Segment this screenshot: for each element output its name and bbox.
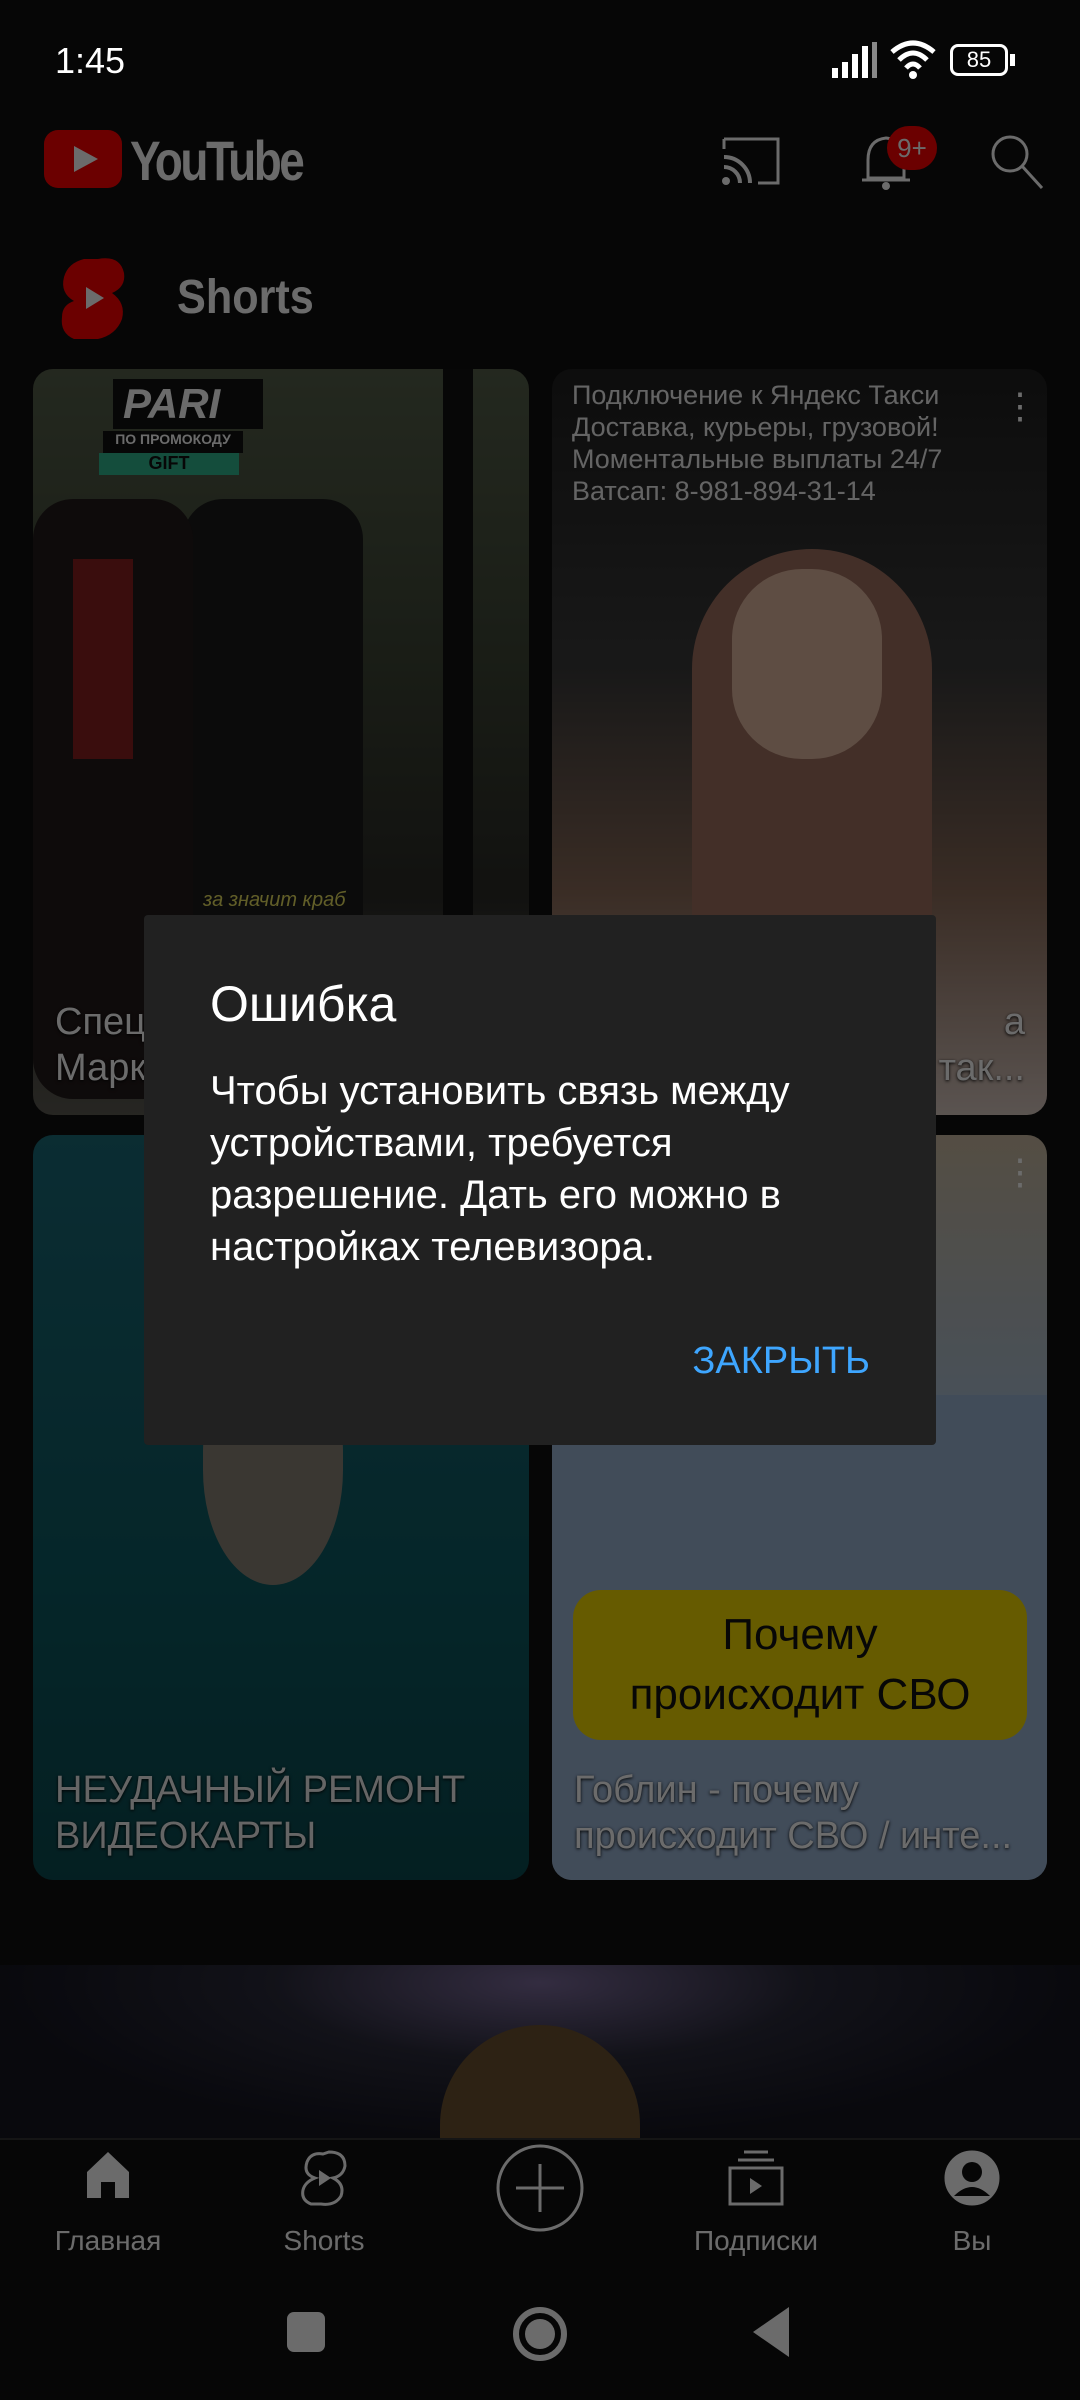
close-button[interactable]: ЗАКРЫТЬ <box>692 1340 870 1383</box>
wifi-icon <box>890 40 936 79</box>
video-thumbnail[interactable] <box>0 1965 1080 2145</box>
nav-subscriptions[interactable]: Подписки <box>648 2150 864 2290</box>
pari-logo: PARI <box>113 379 263 429</box>
short-overlay-text: Подключение к Яндекс Такси Доставка, курь… <box>572 380 943 506</box>
dialog-title: Ошибка <box>210 976 397 1032</box>
status-time: 1:45 <box>55 40 126 81</box>
status-bar: 1:45 85 <box>0 0 1080 120</box>
account-icon <box>944 2150 1000 2206</box>
nav-label: Shorts <box>283 2225 365 2256</box>
cast-icon[interactable] <box>720 135 782 187</box>
home-button[interactable] <box>513 2307 567 2361</box>
video-subtitle: за значит краб <box>203 889 346 911</box>
nav-label: Подписки <box>693 2225 819 2256</box>
nav-you[interactable]: Вы <box>864 2150 1080 2290</box>
subscriptions-icon <box>728 2150 784 2206</box>
shorts-icon <box>301 2150 347 2206</box>
more-options-icon[interactable]: ⋮ <box>1002 1154 1038 1190</box>
youtube-logo-icon[interactable] <box>44 130 122 188</box>
promo-label: ПО ПРОМОКОДУ <box>103 431 243 453</box>
error-dialog: Ошибка Чтобы установить связь между устр… <box>144 915 936 1445</box>
short-title: НЕУДАЧНЫЙ РЕМОНТ ВИДЕОКАРТЫ <box>55 1769 466 1857</box>
battery-level: 85 <box>966 47 992 72</box>
thumbnail-banner: Почему происходит СВО <box>573 1590 1027 1740</box>
shorts-logo-icon <box>61 258 125 339</box>
back-button[interactable] <box>753 2307 789 2357</box>
nav-label: Главная <box>54 2225 162 2256</box>
youtube-logo-text: YouTube <box>130 129 305 192</box>
shorts-section-title: Shorts <box>177 271 314 324</box>
short-title: Гоблин - почему происходит СВО / инте... <box>574 1769 1013 1857</box>
nav-label: Вы <box>952 2225 992 2256</box>
create-plus-icon <box>496 2144 584 2232</box>
dialog-message: Чтобы установить связь между устройствам… <box>210 1069 790 1269</box>
home-icon <box>87 2152 129 2198</box>
search-icon[interactable] <box>988 132 1046 190</box>
nav-create[interactable] <box>432 2144 648 2290</box>
battery-icon: 85 <box>950 44 1008 76</box>
signal-icon <box>832 42 877 78</box>
more-options-icon[interactable]: ⋮ <box>1002 388 1038 424</box>
nav-home[interactable]: Главная <box>0 2150 216 2290</box>
nav-shorts[interactable]: Shorts <box>216 2150 432 2290</box>
notification-badge: 9+ <box>887 126 937 170</box>
promo-code: GIFT <box>99 453 239 475</box>
recents-button[interactable] <box>287 2312 325 2352</box>
